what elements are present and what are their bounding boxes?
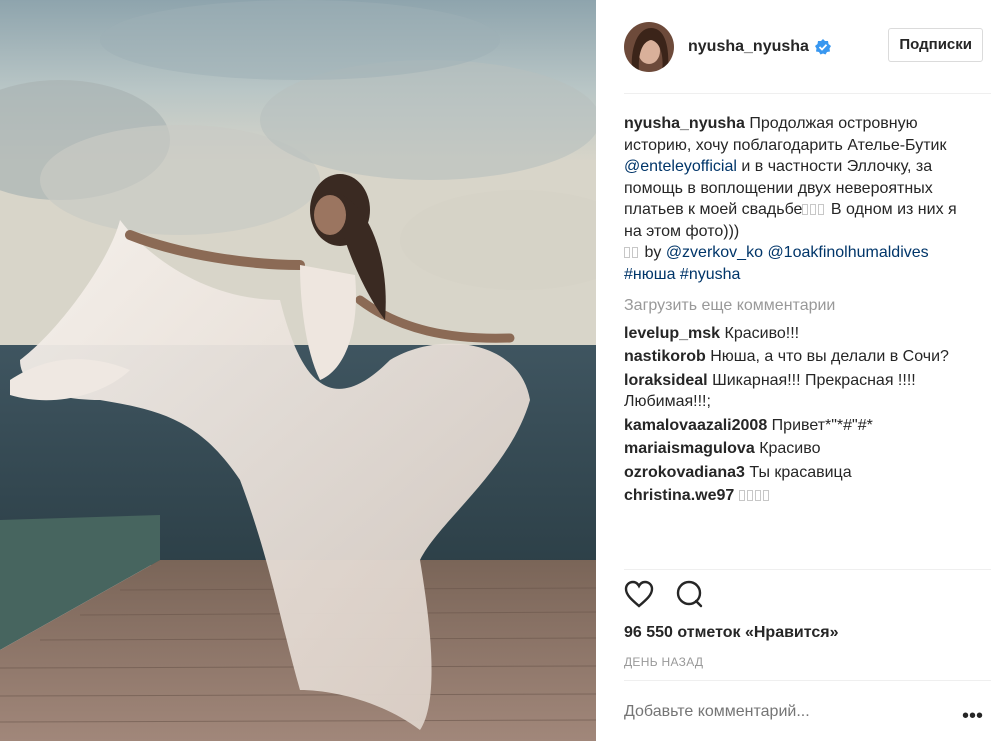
comment-author[interactable]: mariaismagulova bbox=[624, 440, 755, 457]
comment-text: Нюша, а что вы делали в Сочи? bbox=[710, 348, 949, 365]
hashtag-link[interactable]: #нюша bbox=[624, 266, 675, 283]
comment-item: loraksideal Шикарная!!! Прекрасная !!!! … bbox=[624, 370, 964, 413]
more-options-icon[interactable]: ••• bbox=[962, 705, 983, 728]
heart-icon[interactable] bbox=[624, 580, 654, 608]
post-header: nyusha_nyusha Подписки bbox=[596, 0, 991, 93]
verified-badge-icon bbox=[814, 38, 831, 54]
actions-divider bbox=[624, 569, 991, 570]
comment-bubble-icon[interactable] bbox=[674, 580, 704, 608]
post-photo[interactable] bbox=[0, 0, 596, 741]
comment-author[interactable]: kamalovaazali2008 bbox=[624, 417, 767, 434]
load-more-comments[interactable]: Загрузить еще комментарии bbox=[624, 295, 964, 317]
comment-item: levelup_msk Красиво!!! bbox=[624, 323, 964, 345]
caption: nyusha_nyusha Продолжая островную истори… bbox=[624, 113, 964, 285]
comment-author[interactable]: levelup_msk bbox=[624, 325, 720, 342]
header-divider bbox=[624, 93, 991, 94]
comment-divider bbox=[624, 680, 991, 681]
username[interactable]: nyusha_nyusha bbox=[688, 38, 809, 56]
comments-list: nyusha_nyusha Продолжая островную истори… bbox=[624, 111, 964, 507]
post-side-panel: nyusha_nyusha Подписки nyusha_nyusha Про… bbox=[596, 0, 991, 741]
mention-link[interactable]: @zverkov_ko bbox=[666, 244, 763, 261]
caption-by: by bbox=[644, 244, 662, 261]
avatar[interactable] bbox=[624, 21, 674, 72]
comment-author[interactable]: nastikorob bbox=[624, 348, 706, 365]
caption-author[interactable]: nyusha_nyusha bbox=[624, 115, 745, 132]
hashtag-link[interactable]: #nyusha bbox=[680, 266, 741, 283]
following-button[interactable]: Подписки bbox=[888, 28, 983, 62]
comment-author[interactable]: loraksideal bbox=[624, 372, 708, 389]
likes-count[interactable]: 96 550 отметок «Нравится» bbox=[624, 624, 839, 642]
comment-text: Красиво bbox=[759, 440, 821, 457]
comment-author[interactable]: christina.we97 bbox=[624, 487, 734, 504]
comment-text: Красиво!!! bbox=[724, 324, 800, 342]
post-actions bbox=[624, 580, 704, 608]
comment-item: ozrokovadiana3 Ты красавица bbox=[624, 462, 964, 484]
comment-item: christina.we97 bbox=[624, 485, 964, 507]
post-timestamp[interactable]: ДЕНЬ НАЗАД bbox=[624, 655, 703, 669]
comment-text: Привет*"*#"#* bbox=[771, 416, 873, 434]
comment-item: kamalovaazali2008 Привет*"*#"#* bbox=[624, 415, 964, 437]
mention-link[interactable]: @enteleyofficial bbox=[624, 158, 737, 175]
comment-item: nastikorob Нюша, а что вы делали в Сочи? bbox=[624, 346, 964, 368]
comment-item: mariaismagulova Красиво bbox=[624, 438, 964, 460]
mention-link[interactable]: @1oakfinolhumaldives bbox=[767, 244, 928, 261]
comment-text: Ты красавица bbox=[749, 463, 852, 481]
add-comment-input[interactable] bbox=[624, 703, 924, 721]
comment-author[interactable]: ozrokovadiana3 bbox=[624, 464, 745, 481]
